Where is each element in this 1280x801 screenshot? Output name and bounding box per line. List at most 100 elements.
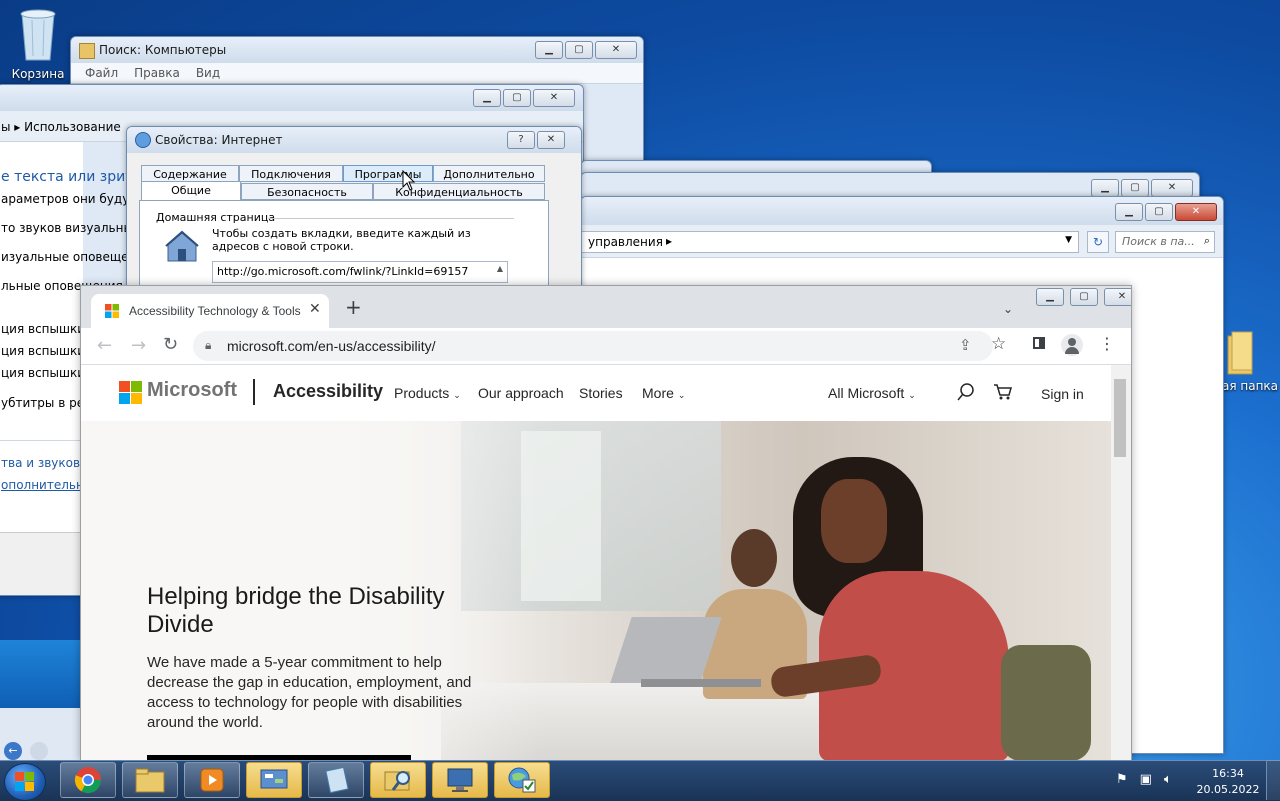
tab-title: Accessibility Technology & Tools bbox=[129, 304, 301, 318]
new-tab-icon[interactable]: + bbox=[345, 297, 362, 317]
internet-properties-dialog[interactable]: Свойства: Интернет ? ✕ Содержание Подклю… bbox=[126, 126, 582, 298]
microsoft-favicon-icon bbox=[105, 304, 119, 318]
breadcrumb[interactable]: ы ▸ Использование bbox=[1, 120, 121, 134]
notepad-icon bbox=[325, 766, 349, 794]
nav-our-approach[interactable]: Our approach bbox=[478, 385, 564, 401]
tab-content[interactable]: Содержание bbox=[141, 165, 239, 182]
close-tab-icon[interactable]: ✕ bbox=[309, 301, 321, 317]
internet-options-icon bbox=[508, 767, 536, 793]
close-button[interactable]: ✕ bbox=[1151, 179, 1193, 197]
tab-search-icon[interactable]: ⌄ bbox=[1003, 302, 1013, 316]
brand-name[interactable]: Microsoft bbox=[147, 379, 237, 402]
web-page: Microsoft Accessibility Products ⌄ Our ap… bbox=[81, 365, 1111, 761]
nav-stories[interactable]: Stories bbox=[579, 385, 623, 401]
tab-general[interactable]: Общие bbox=[141, 181, 241, 201]
maximize-button[interactable]: ▢ bbox=[1121, 179, 1149, 197]
tab-security[interactable]: Безопасность bbox=[241, 183, 373, 200]
network-icon[interactable]: ▣ bbox=[1140, 772, 1152, 787]
tab-privacy[interactable]: Конфиденциальность bbox=[373, 183, 545, 200]
omnibox[interactable]: 🔒︎ microsoft.com/en-us/accessibility/ ⇪ bbox=[193, 331, 993, 361]
header-divider bbox=[253, 379, 255, 405]
scroll-up-icon[interactable]: ▲ bbox=[497, 264, 503, 273]
hero-text: We have made a 5-year commitment to help… bbox=[147, 654, 472, 731]
taskbar-search[interactable] bbox=[370, 762, 426, 798]
menu-view[interactable]: Вид bbox=[196, 66, 220, 80]
url-text: microsoft.com/en-us/accessibility/ bbox=[227, 338, 436, 354]
close-button[interactable]: ✕ bbox=[1175, 203, 1217, 221]
minimize-button[interactable]: ▁ bbox=[535, 41, 563, 59]
page-scrollbar[interactable] bbox=[1111, 365, 1131, 761]
browser-tab[interactable]: Accessibility Technology & Tools ✕ bbox=[91, 294, 329, 328]
action-center-flag-icon[interactable]: ⚑ bbox=[1116, 772, 1128, 787]
search-icon[interactable] bbox=[957, 383, 975, 401]
side-panel-icon[interactable] bbox=[1033, 337, 1045, 349]
help-button[interactable]: ? bbox=[507, 131, 535, 149]
group-divider bbox=[268, 218, 514, 219]
chrome-icon bbox=[74, 767, 102, 794]
close-button[interactable]: ✕ bbox=[595, 41, 637, 59]
new-folder[interactable]: ая папка bbox=[1222, 330, 1280, 402]
tab-connections[interactable]: Подключения bbox=[239, 165, 343, 182]
section-heading: е текста или зрите bbox=[1, 169, 142, 185]
tab-programs[interactable]: Программы bbox=[343, 165, 433, 182]
search-icon[interactable]: ⌕ bbox=[1204, 234, 1210, 248]
close-button[interactable]: ✕ bbox=[533, 89, 575, 107]
taskbar-notepad[interactable] bbox=[308, 762, 364, 798]
refresh-icon[interactable]: ↻ bbox=[1087, 231, 1109, 253]
recycle-bin-label: Корзина bbox=[11, 67, 65, 81]
show-desktop-button[interactable] bbox=[1266, 760, 1280, 800]
maximize-button[interactable]: ▢ bbox=[1070, 288, 1098, 306]
home-page-url-field[interactable]: http://go.microsoft.com/fwlink/?LinkId=6… bbox=[212, 261, 508, 283]
cart-icon[interactable] bbox=[993, 383, 1013, 401]
maximize-button[interactable]: ▢ bbox=[503, 89, 531, 107]
clock[interactable]: 16:34 20.05.2022 bbox=[1196, 766, 1260, 798]
new-folder-label: ая папка bbox=[1222, 379, 1279, 393]
menu-edit[interactable]: Правка bbox=[134, 66, 180, 80]
close-button[interactable]: ✕ bbox=[1104, 288, 1131, 306]
share-icon[interactable]: ⇪ bbox=[959, 336, 972, 354]
section-title[interactable]: Accessibility bbox=[273, 381, 383, 402]
maximize-button[interactable]: ▢ bbox=[565, 41, 593, 59]
address-dropdown-icon[interactable]: ▼ bbox=[1065, 235, 1072, 245]
close-button[interactable]: ✕ bbox=[537, 131, 565, 149]
nav-products[interactable]: Products ⌄ bbox=[394, 385, 461, 401]
microsoft-logo-icon[interactable] bbox=[119, 381, 142, 404]
maximize-button[interactable]: ▢ bbox=[1145, 203, 1173, 221]
profile-avatar[interactable] bbox=[1061, 334, 1083, 356]
taskbar-display[interactable] bbox=[432, 762, 488, 798]
sign-in-link[interactable]: Sign in bbox=[1041, 386, 1084, 402]
search-input[interactable]: Поиск в па... bbox=[1122, 235, 1195, 248]
nav-more[interactable]: More ⌄ bbox=[642, 385, 685, 401]
menu-file[interactable]: Файл bbox=[85, 66, 118, 80]
scrollbar-thumb[interactable] bbox=[1114, 379, 1126, 457]
folder-icon bbox=[1227, 331, 1253, 375]
forward-icon[interactable] bbox=[30, 742, 48, 760]
all-microsoft-menu[interactable]: All Microsoft ⌄ bbox=[828, 385, 916, 401]
menu-kebab-icon[interactable]: ⋮ bbox=[1099, 334, 1115, 353]
home-page-label: Домашняя страница bbox=[156, 211, 276, 224]
minimize-button[interactable]: ▁ bbox=[473, 89, 501, 107]
forward-icon[interactable]: → bbox=[131, 335, 146, 356]
clock-date: 20.05.2022 bbox=[1196, 783, 1260, 796]
minimize-button[interactable]: ▁ bbox=[1036, 288, 1064, 306]
start-button[interactable] bbox=[4, 763, 46, 801]
taskbar-media-player[interactable] bbox=[184, 762, 240, 798]
volume-icon[interactable]: 🔈︎ bbox=[1164, 772, 1172, 787]
minimize-button[interactable]: ▁ bbox=[1091, 179, 1119, 197]
taskbar-control-panel[interactable] bbox=[246, 762, 302, 798]
taskbar-internet-options[interactable] bbox=[494, 762, 550, 798]
minimize-button[interactable]: ▁ bbox=[1115, 203, 1143, 221]
back-icon[interactable]: ← bbox=[4, 742, 22, 760]
chevron-down-icon: ⌄ bbox=[453, 390, 461, 400]
taskbar-chrome[interactable] bbox=[60, 762, 116, 798]
recycle-bin-icon bbox=[20, 9, 56, 61]
tab-advanced[interactable]: Дополнительно bbox=[433, 165, 545, 182]
reload-icon[interactable]: ↻ bbox=[163, 334, 178, 355]
bookmark-star-icon[interactable]: ☆ bbox=[991, 334, 1006, 354]
lock-icon[interactable]: 🔒︎ bbox=[205, 338, 211, 353]
browser-window[interactable]: Accessibility Technology & Tools ✕ + ⌄ ▁… bbox=[80, 285, 1132, 762]
recycle-bin[interactable]: Корзина bbox=[12, 6, 64, 81]
back-icon[interactable]: ← bbox=[97, 335, 112, 356]
internet-options-icon bbox=[135, 132, 151, 148]
taskbar-explorer[interactable] bbox=[122, 762, 178, 798]
